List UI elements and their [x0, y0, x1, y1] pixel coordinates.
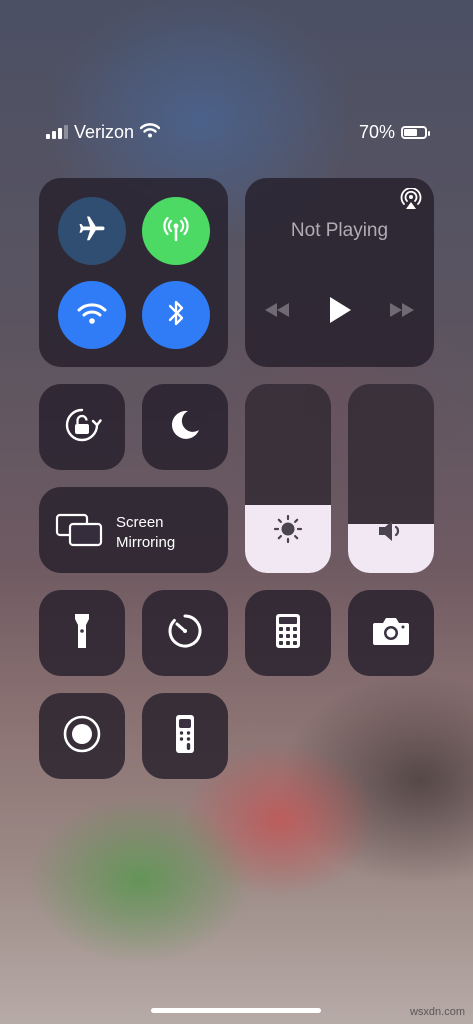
play-icon[interactable]: [327, 296, 353, 329]
airplay-icon[interactable]: [400, 187, 422, 215]
status-right: 70%: [358, 121, 430, 143]
connectivity-panel: [39, 178, 228, 367]
sun-icon: [273, 514, 303, 549]
carrier-name: Verizon: [74, 121, 135, 142]
status-bar: Verizon 70%: [46, 120, 430, 144]
battery-icon: [401, 125, 430, 139]
wifi-status-icon: [139, 122, 161, 143]
now-playing-panel: Not Playing: [245, 178, 434, 367]
watermark: wsxdn.com: [409, 1006, 465, 1018]
apple-tv-remote-button[interactable]: [142, 693, 228, 779]
cellular-signal-icon: [46, 125, 68, 139]
calculator-icon: [275, 613, 301, 654]
moon-icon: [168, 408, 202, 447]
airplane-mode-button[interactable]: [58, 197, 126, 265]
camera-icon: [372, 616, 410, 651]
fast-forward-icon[interactable]: [388, 302, 416, 323]
cellular-antenna-icon: [161, 214, 191, 249]
orientation-lock-icon: [62, 405, 102, 450]
screen-mirroring-button[interactable]: Screen Mirroring: [39, 487, 228, 573]
media-controls: [263, 296, 416, 329]
screen-recording-button[interactable]: [39, 693, 125, 779]
now-playing-title: Not Playing: [290, 220, 389, 241]
home-indicator[interactable]: [151, 1008, 321, 1013]
screen-record-icon: [62, 714, 102, 759]
screen-mirroring-label: Screen Mirroring: [116, 514, 176, 551]
cellular-data-button[interactable]: [142, 197, 210, 265]
calculator-button[interactable]: [245, 590, 331, 676]
airplane-icon: [77, 214, 107, 249]
orientation-lock-button[interactable]: [39, 384, 125, 470]
bluetooth-button[interactable]: [142, 281, 210, 349]
speaker-icon: [376, 518, 406, 549]
flashlight-icon: [73, 612, 91, 655]
wifi-button[interactable]: [58, 281, 126, 349]
volume-slider[interactable]: [348, 384, 434, 573]
camera-button[interactable]: [348, 590, 434, 676]
rewind-icon[interactable]: [263, 302, 291, 323]
timer-button[interactable]: [142, 590, 228, 676]
flashlight-button[interactable]: [39, 590, 125, 676]
bluetooth-icon: [166, 298, 186, 333]
brightness-slider[interactable]: [245, 384, 331, 573]
battery-percent: 70%: [358, 121, 395, 142]
timer-icon: [166, 612, 204, 655]
apple-tv-remote-icon: [175, 714, 195, 759]
do-not-disturb-button[interactable]: [142, 384, 228, 470]
wifi-icon: [77, 301, 107, 330]
screen-mirroring-icon: [55, 513, 103, 552]
status-left: Verizon: [46, 121, 161, 143]
